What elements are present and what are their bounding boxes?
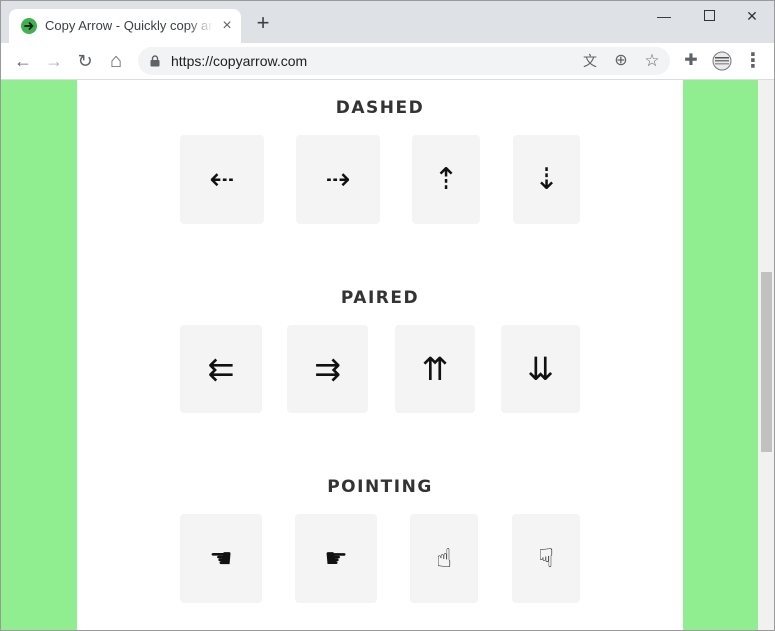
browser-window: Copy Arrow - Quickly copy arrows × + — ✕… bbox=[0, 0, 775, 631]
arrow-card[interactable]: ⇈ bbox=[395, 325, 475, 413]
close-window-button[interactable]: ✕ bbox=[732, 5, 772, 27]
arrow-card[interactable]: ⇉ bbox=[287, 325, 368, 413]
profile-avatar[interactable] bbox=[710, 49, 734, 73]
maximize-button[interactable] bbox=[689, 5, 729, 27]
new-tab-button[interactable]: + bbox=[253, 12, 273, 34]
page-viewport: DASHED ⇠ ⇢ ⇡ ⇣ PAIRED ⇇ ⇉ ⇈ ⇊ POINTING ☚… bbox=[1, 80, 758, 630]
section-title-dashed: DASHED bbox=[335, 98, 425, 118]
arrow-card[interactable]: ⇡ bbox=[412, 135, 480, 224]
paired-right-arrows-icon: ⇉ bbox=[314, 350, 341, 388]
forward-icon[interactable]: → bbox=[42, 49, 66, 73]
url-text: https://copyarrow.com bbox=[171, 53, 308, 69]
arrow-card[interactable]: ⇠ bbox=[180, 135, 264, 224]
favicon-arrow-icon bbox=[21, 18, 37, 34]
address-bar[interactable]: https://copyarrow.com 文 ⊕ ☆ bbox=[138, 47, 670, 75]
translate-icon[interactable]: 文 bbox=[580, 51, 600, 71]
arrow-card[interactable]: ⇊ bbox=[501, 325, 580, 413]
pointing-up-hand-icon: ☝ bbox=[436, 543, 452, 574]
tab-title: Copy Arrow - Quickly copy arrows bbox=[45, 18, 213, 33]
close-tab-icon[interactable]: × bbox=[219, 18, 235, 34]
section-title-pointing: POINTING bbox=[327, 477, 433, 497]
pointing-right-hand-icon: ☛ bbox=[324, 543, 348, 574]
paired-up-arrows-icon: ⇈ bbox=[421, 350, 449, 388]
dashed-down-arrow-icon: ⇣ bbox=[533, 162, 560, 197]
pointing-down-hand-icon: ☟ bbox=[538, 543, 554, 574]
menu-icon[interactable]: ⋮ bbox=[741, 49, 765, 73]
maximize-icon bbox=[703, 10, 715, 22]
paired-left-arrows-icon: ⇇ bbox=[207, 350, 235, 388]
dashed-up-arrow-icon: ⇡ bbox=[433, 162, 459, 197]
arrow-card[interactable]: ⇢ bbox=[296, 135, 380, 224]
arrow-card[interactable]: ☝ bbox=[410, 514, 478, 603]
dashed-right-arrow-icon: ⇢ bbox=[325, 162, 351, 197]
section-title-paired: PAIRED bbox=[340, 288, 420, 308]
arrow-card[interactable]: ☟ bbox=[512, 514, 580, 603]
paired-down-arrows-icon: ⇊ bbox=[527, 350, 554, 388]
zoom-icon[interactable]: ⊕ bbox=[611, 51, 631, 71]
arrow-card[interactable]: ⇣ bbox=[513, 135, 580, 224]
arrow-card[interactable]: ⇇ bbox=[180, 325, 262, 413]
main-content: DASHED ⇠ ⇢ ⇡ ⇣ PAIRED ⇇ ⇉ ⇈ ⇊ POINTING ☚… bbox=[77, 80, 683, 630]
vertical-scrollbar[interactable] bbox=[758, 80, 774, 630]
bookmark-star-icon[interactable]: ☆ bbox=[642, 51, 662, 71]
tab-strip: Copy Arrow - Quickly copy arrows × + — ✕ bbox=[1, 1, 774, 43]
scrollbar-thumb[interactable] bbox=[761, 272, 772, 452]
pointing-left-hand-icon: ☚ bbox=[209, 543, 233, 574]
minimize-button[interactable]: — bbox=[644, 5, 684, 27]
back-icon[interactable]: ← bbox=[11, 49, 35, 73]
reload-icon[interactable]: ↻ bbox=[73, 49, 97, 73]
arrow-card[interactable]: ☚ bbox=[180, 514, 262, 603]
dashed-left-arrow-icon: ⇠ bbox=[209, 162, 235, 197]
lock-icon bbox=[150, 55, 160, 67]
extensions-icon[interactable]: ✚ bbox=[679, 49, 703, 73]
home-icon[interactable]: ⌂ bbox=[104, 49, 128, 73]
arrow-card[interactable]: ☛ bbox=[295, 514, 377, 603]
active-tab[interactable]: Copy Arrow - Quickly copy arrows × bbox=[9, 9, 241, 43]
browser-toolbar: ← → ↻ ⌂ https://copyarrow.com 文 ⊕ ☆ ✚ ⋮ bbox=[1, 43, 774, 80]
